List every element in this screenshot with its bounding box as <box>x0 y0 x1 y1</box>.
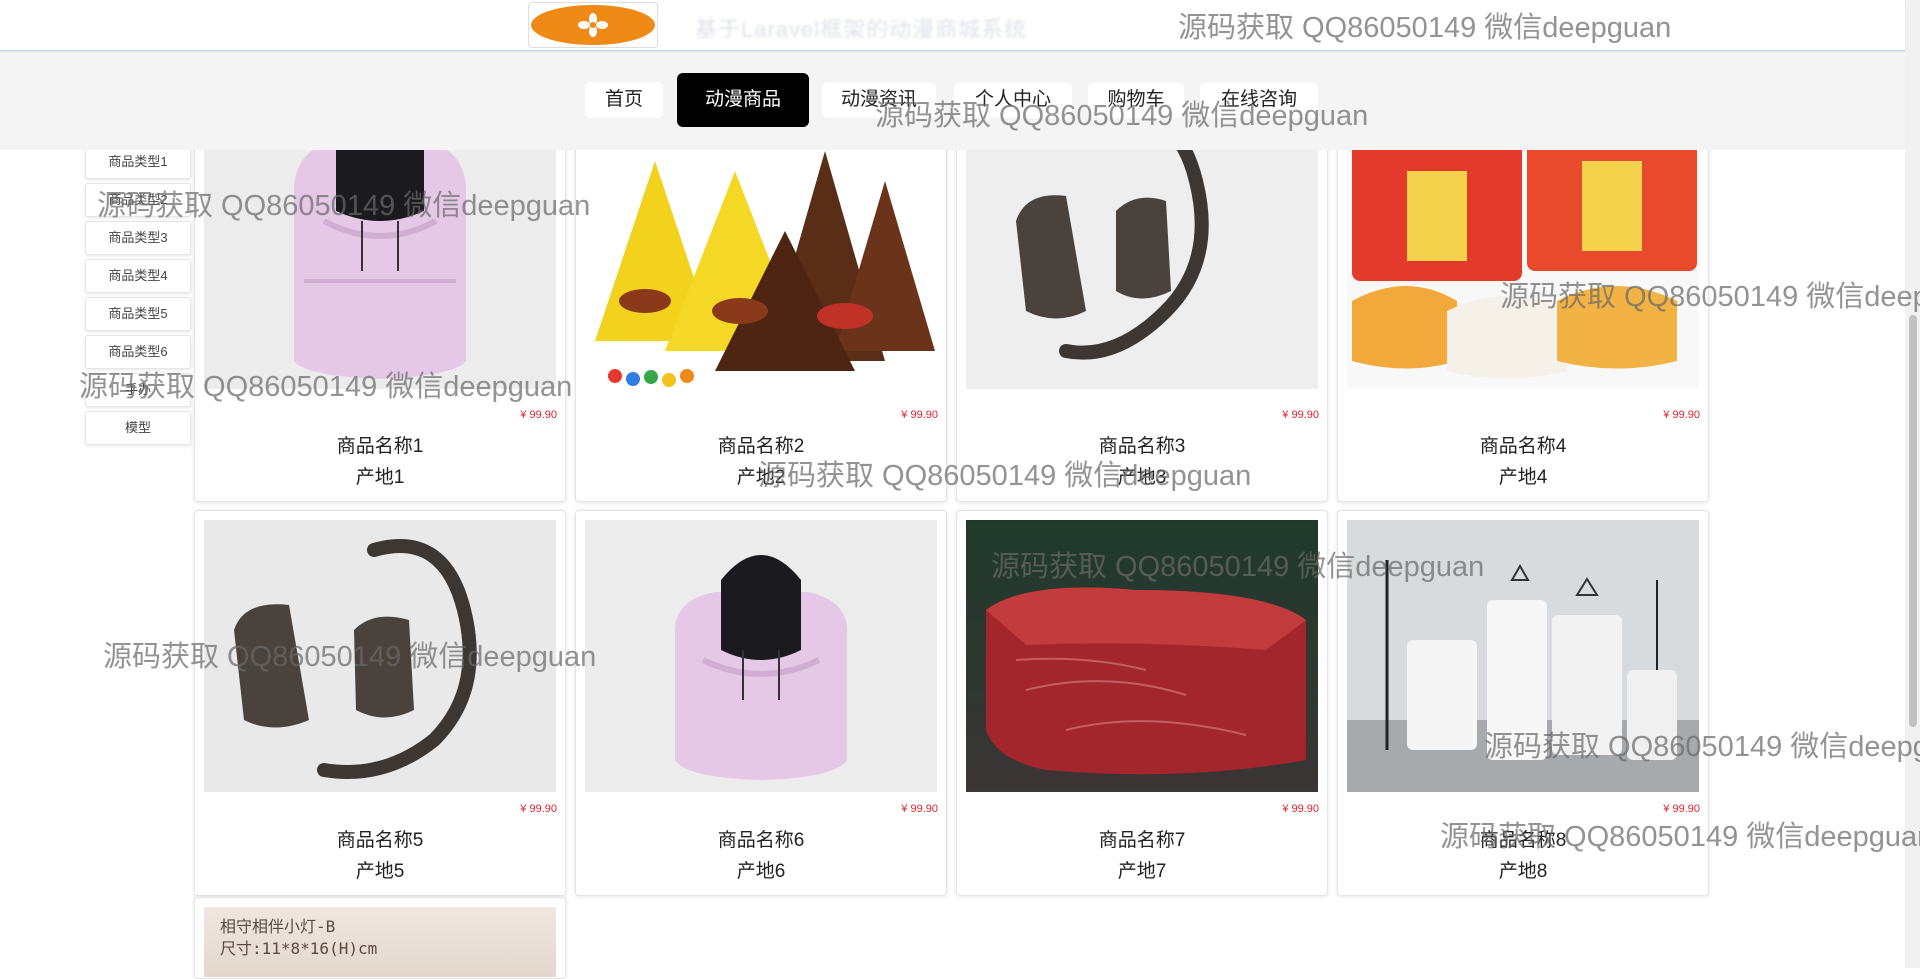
product-card[interactable]: ¥ 99.90 商品名称3 产地3 <box>956 0 1328 502</box>
nav-anime-news[interactable]: 动漫资讯 <box>822 82 936 118</box>
product-price: ¥ 99.90 <box>901 409 938 421</box>
product-origin: 产地1 <box>355 467 405 488</box>
product-price: ¥ 99.90 <box>1282 803 1319 815</box>
product-image-lilac-puffer-vest <box>585 520 937 792</box>
main-nav: 首页 动漫商品 动漫资讯 个人中心 购物车 在线咨询 <box>0 50 1905 150</box>
product-name: 商品名称2 <box>717 436 805 457</box>
nav-online-consult[interactable]: 在线咨询 <box>1200 82 1318 118</box>
category-item-3[interactable]: 商品类型3 <box>85 221 191 255</box>
category-item-1[interactable]: 商品类型1 <box>85 145 191 179</box>
product-image-white-ornaments-display <box>1347 520 1699 792</box>
product-image-raw-beef-steak <box>966 520 1318 792</box>
product-price: ¥ 99.90 <box>520 409 557 421</box>
product-price: ¥ 99.90 <box>1663 409 1700 421</box>
category-item-models[interactable]: 模型 <box>85 411 191 445</box>
product-origin: 产地4 <box>1498 467 1548 488</box>
product-name: 商品名称7 <box>1098 830 1186 851</box>
product-price: ¥ 99.90 <box>901 803 938 815</box>
product-card[interactable]: ¥ 99.90 商品名称8 产地8 <box>1337 510 1709 896</box>
flower-logo-icon <box>531 5 655 45</box>
nav-cart[interactable]: 购物车 <box>1088 82 1184 118</box>
product-name: 商品名称3 <box>1098 436 1186 457</box>
product-origin: 产地2 <box>736 467 786 488</box>
product-origin: 产地3 <box>1117 467 1167 488</box>
category-item-figures[interactable]: 手办 <box>85 373 191 407</box>
product-origin: 产地6 <box>736 861 786 882</box>
nav-home[interactable]: 首页 <box>585 82 663 118</box>
product-card[interactable]: ¥ 99.90 商品名称1 产地1 <box>194 0 566 502</box>
product-card[interactable]: ¥ 99.90 商品名称2 产地2 <box>575 0 947 502</box>
product-origin: 产地7 <box>1117 861 1167 882</box>
product-name: 商品名称5 <box>336 830 424 851</box>
product-price: ¥ 99.90 <box>520 803 557 815</box>
product-card[interactable]: ¥ 99.90 商品名称4 产地4 <box>1337 0 1709 502</box>
product-card[interactable]: ¥ 99.90 商品名称7 产地7 <box>956 510 1328 896</box>
site-title: 基于Laravel框架的动漫商城系统 <box>695 17 1028 38</box>
category-item-5[interactable]: 商品类型5 <box>85 297 191 331</box>
product-image-fur-gloves-scarf <box>204 520 556 792</box>
nav-anime-products[interactable]: 动漫商品 <box>677 73 809 127</box>
product-origin: 产地5 <box>355 861 405 882</box>
category-item-4[interactable]: 商品类型4 <box>85 259 191 293</box>
nav-personal-center[interactable]: 个人中心 <box>954 82 1072 118</box>
product-name: 商品名称6 <box>717 830 805 851</box>
product-card[interactable]: 相守相伴小灯-B 尺寸:11*8*16(H)cm <box>194 897 566 979</box>
scrollbar-thumb[interactable] <box>1909 315 1917 727</box>
lamp-title-text: 相守相伴小灯-B <box>220 917 336 936</box>
product-name: 商品名称4 <box>1479 436 1567 457</box>
product-card[interactable]: ¥ 99.90 商品名称6 产地6 <box>575 510 947 896</box>
product-image-lamp: 相守相伴小灯-B 尺寸:11*8*16(H)cm <box>204 907 556 977</box>
category-item-6[interactable]: 商品类型6 <box>85 335 191 369</box>
product-origin: 产地8 <box>1498 861 1548 882</box>
product-price: ¥ 99.90 <box>1663 803 1700 815</box>
product-price: ¥ 99.90 <box>1282 409 1319 421</box>
lamp-size-text: 尺寸:11*8*16(H)cm <box>220 939 378 958</box>
top-header: 基于Laravel框架的动漫商城系统 <box>0 0 1905 51</box>
site-logo[interactable] <box>528 2 658 48</box>
product-card[interactable]: ¥ 99.90 商品名称5 产地5 <box>194 510 566 896</box>
product-name: 商品名称1 <box>336 436 424 457</box>
product-name: 商品名称8 <box>1479 830 1567 851</box>
category-item-2[interactable]: 商品类型2 <box>85 183 191 217</box>
